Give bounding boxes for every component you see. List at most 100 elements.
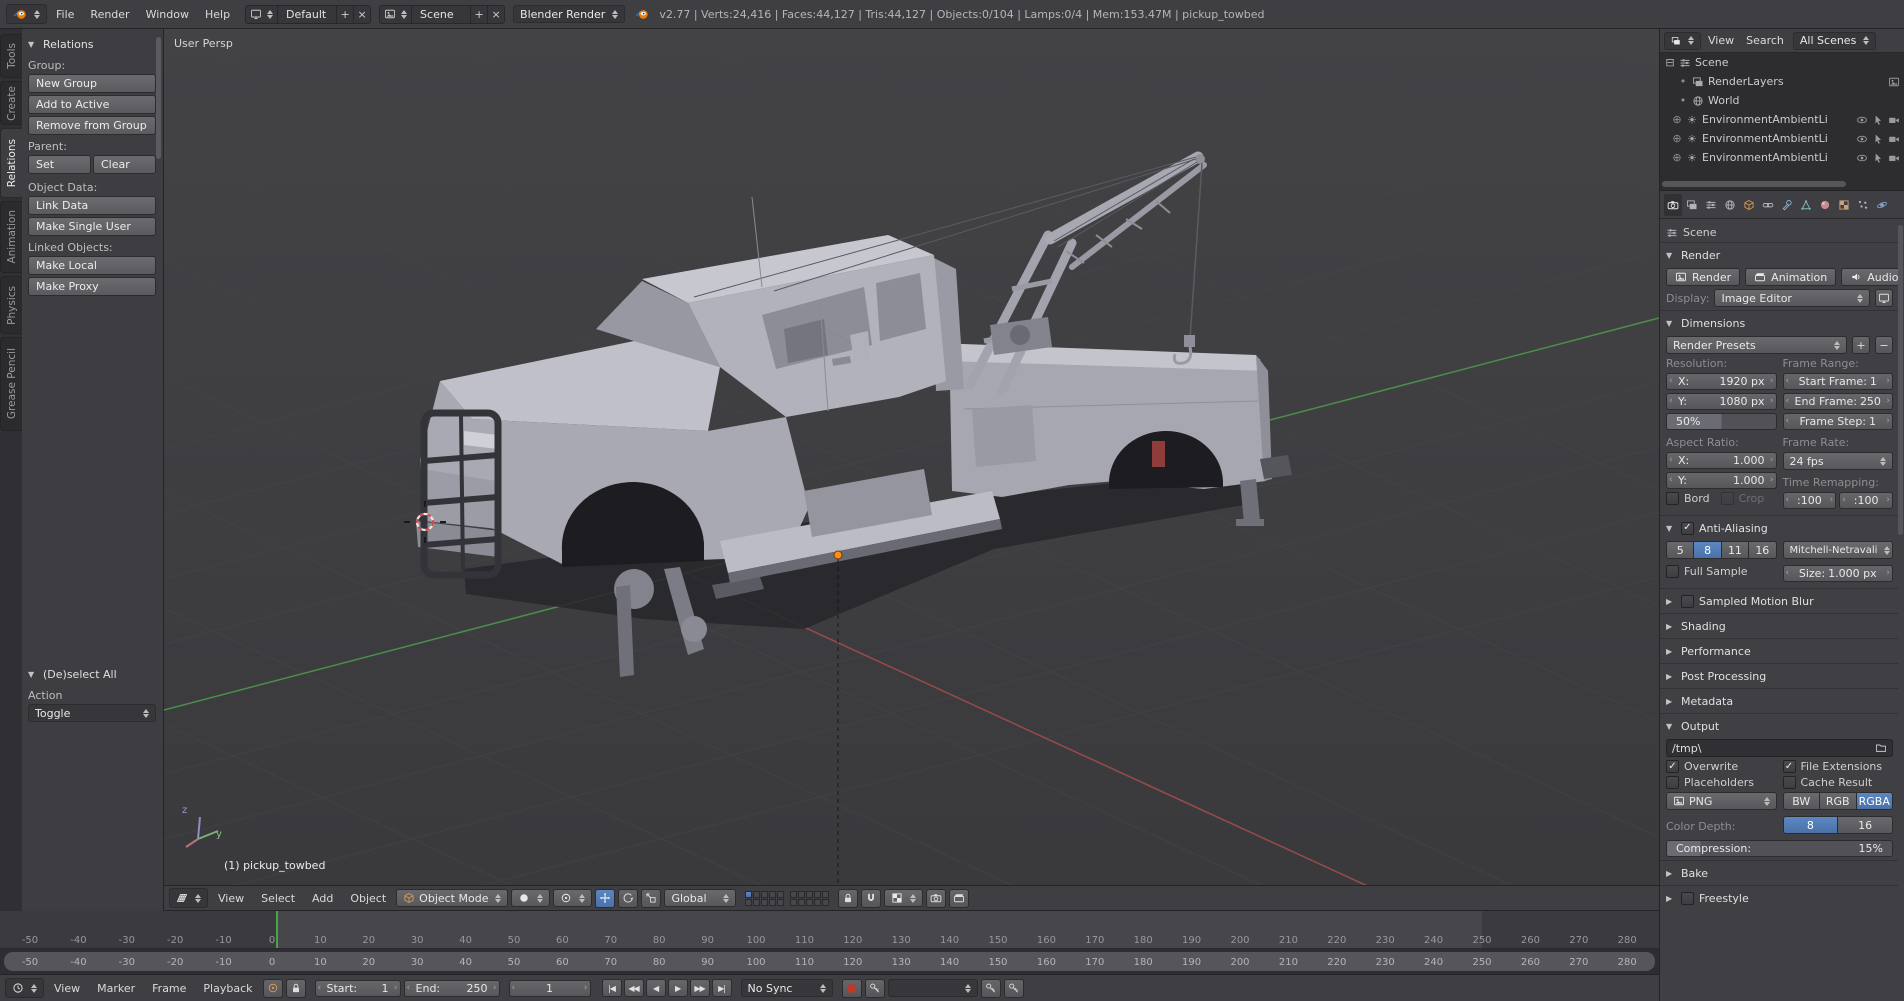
- increment-arrow-icon[interactable]: ›: [1830, 495, 1834, 505]
- selectability-pointer-icon[interactable]: [1872, 152, 1884, 164]
- screen-layout-delete-button[interactable]: ×: [353, 6, 370, 23]
- remove-from-group-button[interactable]: Remove from Group: [28, 116, 156, 135]
- placeholders-checkbox[interactable]: [1666, 776, 1679, 789]
- delete-keyframe-button[interactable]: [1004, 979, 1024, 998]
- aa-filter-select[interactable]: Mitchell-Netravali: [1783, 541, 1894, 559]
- increment-arrow-icon[interactable]: ›: [584, 983, 588, 993]
- render-result-icon[interactable]: [1888, 76, 1900, 88]
- channels-rgba-button[interactable]: RGBA: [1857, 792, 1894, 810]
- outliner-scrollbar[interactable]: [1662, 181, 1846, 187]
- preset-remove-button[interactable]: −: [1875, 336, 1893, 354]
- folder-icon[interactable]: [1875, 742, 1887, 754]
- viewport-menu-select[interactable]: Select: [254, 888, 302, 908]
- pivot-point-select[interactable]: [553, 889, 592, 907]
- menu-window[interactable]: Window: [139, 4, 196, 24]
- dimensions-panel-header[interactable]: ▼ Dimensions: [1666, 313, 1893, 333]
- mode-select[interactable]: Object Mode: [396, 889, 508, 907]
- decrement-arrow-icon[interactable]: ‹: [512, 983, 516, 993]
- metadata-panel-header[interactable]: ▶ Metadata: [1666, 691, 1893, 711]
- menu-help[interactable]: Help: [198, 4, 237, 24]
- timeline-lock-button[interactable]: [286, 979, 306, 998]
- freestyle-checkbox[interactable]: [1681, 892, 1694, 905]
- toolshelf-scrollbar[interactable]: [156, 37, 161, 159]
- resolution-percentage-slider[interactable]: 50%: [1666, 413, 1777, 430]
- viewport-shading-select[interactable]: [511, 889, 550, 907]
- overwrite-checkbox[interactable]: ✓: [1666, 760, 1679, 773]
- tab-world[interactable]: [1721, 194, 1739, 216]
- render-presets-select[interactable]: Render Presets: [1666, 336, 1847, 354]
- increment-arrow-icon[interactable]: ›: [493, 983, 497, 993]
- keying-set-button[interactable]: [865, 979, 885, 998]
- outliner-menu-view[interactable]: View: [1703, 32, 1739, 50]
- sync-mode-select[interactable]: No Sync: [741, 979, 833, 997]
- aa-samples-16-button[interactable]: 16: [1749, 541, 1776, 559]
- end-frame-field[interactable]: ‹ End Frame: 250 ›: [1783, 393, 1894, 410]
- decrement-arrow-icon[interactable]: ‹: [1786, 568, 1790, 578]
- timeline-scrollbar[interactable]: -50-40-30-20-100102030405060708090100110…: [0, 949, 1659, 975]
- antialiasing-checkbox[interactable]: ✓: [1681, 522, 1694, 535]
- link-data-button[interactable]: Link Data: [28, 196, 156, 215]
- file-format-select[interactable]: PNG: [1666, 792, 1777, 810]
- play-button[interactable]: ▶: [668, 979, 688, 997]
- tab-scene[interactable]: [1702, 194, 1720, 216]
- frame-rate-select[interactable]: 24 fps: [1783, 452, 1894, 470]
- snap-toggle-button[interactable]: [861, 889, 881, 908]
- crop-checkbox[interactable]: [1721, 492, 1734, 505]
- decrement-arrow-icon[interactable]: ‹: [407, 983, 411, 993]
- bake-panel-header[interactable]: ▶ Bake: [1666, 863, 1893, 883]
- scene-name[interactable]: Scene: [412, 8, 470, 21]
- outliner-item-renderlayers[interactable]: • RenderLayers: [1660, 72, 1904, 91]
- antialiasing-panel-header[interactable]: ▼ ✓ Anti-Aliasing: [1666, 518, 1893, 538]
- tab-create[interactable]: Create: [0, 81, 22, 125]
- tab-object-data[interactable]: [1797, 194, 1815, 216]
- jump-next-keyframe-button[interactable]: ▶▶: [690, 979, 710, 997]
- visibility-eye-icon[interactable]: [1856, 133, 1868, 145]
- render-button[interactable]: Render: [1666, 268, 1740, 286]
- visibility-eye-icon[interactable]: [1856, 152, 1868, 164]
- timeline-editor-type-button[interactable]: [5, 978, 44, 998]
- depth-16-button[interactable]: 16: [1838, 816, 1893, 834]
- increment-arrow-icon[interactable]: ›: [1770, 396, 1774, 406]
- insert-keyframe-button[interactable]: [981, 979, 1001, 998]
- outliner-display-mode-select[interactable]: All Scenes: [1793, 32, 1876, 50]
- viewport-editor-type-button[interactable]: [169, 888, 208, 908]
- renderability-camera-icon[interactable]: [1888, 114, 1900, 126]
- menu-render[interactable]: Render: [83, 4, 136, 24]
- parent-clear-button[interactable]: Clear: [93, 155, 156, 174]
- decrement-arrow-icon[interactable]: ‹: [1786, 396, 1790, 406]
- parent-set-button[interactable]: Set: [28, 155, 91, 174]
- aa-samples-8-button[interactable]: 8: [1694, 541, 1721, 559]
- decrement-arrow-icon[interactable]: ‹: [1669, 396, 1673, 406]
- resolution-x-field[interactable]: ‹ X: 1920 px ›: [1666, 373, 1777, 390]
- outliner-menu-search[interactable]: Search: [1741, 32, 1789, 50]
- screen-layout-browse-button[interactable]: [246, 6, 278, 23]
- outliner-item-scene[interactable]: ⊟ Scene: [1660, 53, 1904, 72]
- freestyle-panel-header[interactable]: ▶ Freestyle: [1666, 888, 1893, 908]
- screen-layout-name[interactable]: Default: [278, 8, 336, 21]
- outliner-item-lamp-2[interactable]: ⊕ EnvironmentAmbientLi: [1660, 129, 1904, 148]
- 3d-viewport[interactable]: User Persp (1) pickup_towbed z y: [164, 29, 1659, 885]
- increment-arrow-icon[interactable]: ›: [1886, 568, 1890, 578]
- outliner-item-world[interactable]: • World: [1660, 91, 1904, 110]
- relations-panel-header[interactable]: ▼ Relations: [28, 34, 156, 54]
- screen-layout-add-button[interactable]: +: [336, 6, 353, 23]
- performance-panel-header[interactable]: ▶ Performance: [1666, 641, 1893, 661]
- collapse-icon[interactable]: ⊟: [1665, 56, 1675, 69]
- output-panel-header[interactable]: ▼ Output: [1666, 716, 1893, 736]
- outliner-editor-type-button[interactable]: [1664, 32, 1701, 50]
- increment-arrow-icon[interactable]: ›: [394, 983, 398, 993]
- tab-grease-pencil[interactable]: Grease Pencil: [0, 337, 22, 431]
- tab-render-layers[interactable]: [1683, 194, 1701, 216]
- decrement-arrow-icon[interactable]: ‹: [1669, 376, 1673, 386]
- manipulator-rotate-button[interactable]: [618, 889, 638, 908]
- remap-old-field[interactable]: ‹ :100 ›: [1783, 492, 1837, 509]
- scene-add-button[interactable]: +: [470, 6, 487, 23]
- increment-arrow-icon[interactable]: ›: [1886, 396, 1890, 406]
- increment-arrow-icon[interactable]: ›: [1886, 416, 1890, 426]
- start-frame-field[interactable]: ‹ Start Frame: 1 ›: [1783, 373, 1894, 390]
- aspect-x-field[interactable]: ‹ X: 1.000 ›: [1666, 452, 1777, 469]
- channels-rgb-button[interactable]: RGB: [1820, 792, 1857, 810]
- cache-result-checkbox[interactable]: [1783, 776, 1796, 789]
- tab-object[interactable]: [1740, 194, 1758, 216]
- layers-widget-group2[interactable]: [790, 891, 829, 906]
